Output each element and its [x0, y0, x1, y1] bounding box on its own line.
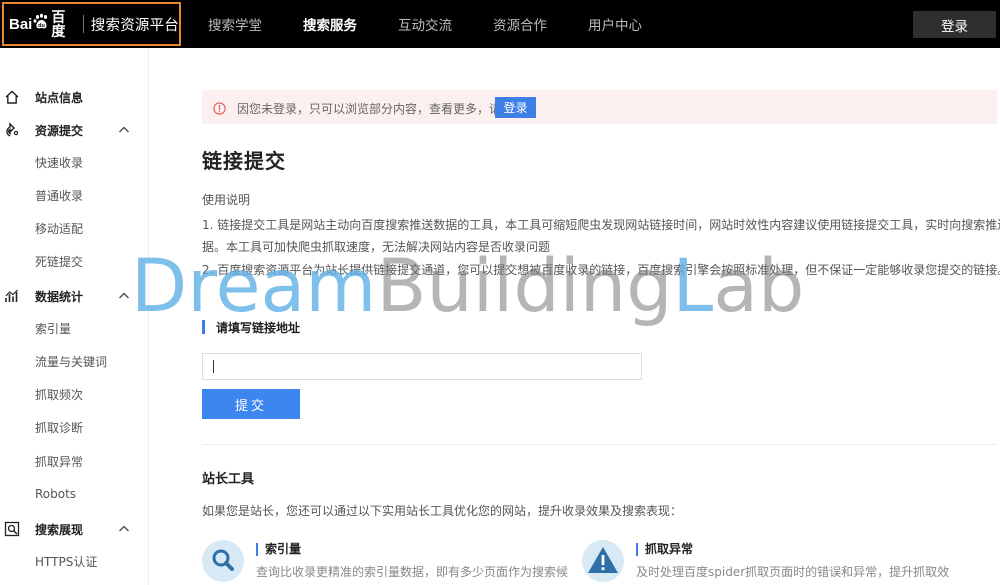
- logo-bai-text: Bai: [9, 15, 33, 33]
- tool-card-index-volume[interactable]: 索引量 查询比收录更精准的索引量数据，即有多少页面作为搜索候: [202, 540, 568, 585]
- sidebar-section-data-stats[interactable]: 数据统计: [0, 284, 149, 308]
- sidebar-item-label: HTTPS认证: [35, 554, 98, 569]
- login-notice: 因您未登录，只可以浏览部分内容，查看更多，请 登录: [202, 90, 997, 124]
- usage-line-3: 2. 百度搜索资源平台为站长提供链接提交通道，您可以提交想被百度收录的链接，百度…: [202, 263, 1000, 277]
- sidebar-item-dead-link[interactable]: 死链提交: [0, 249, 149, 273]
- sidebar-item-label: 站点信息: [35, 90, 84, 105]
- notice-login-button[interactable]: 登录: [495, 97, 536, 118]
- section-divider: [202, 444, 997, 445]
- baidu-logo: Bai du 百度: [9, 10, 77, 38]
- usage-line-1: 1. 链接提交工具是网站主动向百度搜索推送数据的工具，本工具可缩短爬虫发现网站链…: [202, 218, 1000, 232]
- text-caret: [213, 360, 214, 373]
- submit-icon: [4, 122, 20, 138]
- chevron-up-icon[interactable]: [118, 290, 130, 302]
- top-navbar: Bai du 百度 搜索资源平台 搜索学堂 搜索服务 互动交流 资源合作 用户中…: [0, 0, 1000, 48]
- sidebar-item-robots[interactable]: Robots: [0, 482, 149, 506]
- sidebar-item-mobile-adapt[interactable]: 移动适配: [0, 216, 149, 240]
- usage-line-2: 据。本工具可加快爬虫抓取速度，无法解决网站内容是否收录问题: [202, 240, 551, 254]
- home-icon: [4, 89, 20, 105]
- nav-item-resource-cooperation[interactable]: 资源合作: [493, 14, 547, 34]
- platform-name: 搜索资源平台: [90, 17, 179, 34]
- tool-card-crawl-errors[interactable]: 抓取异常 及时处理百度spider抓取页面时的错误和异常，提升抓取效: [582, 540, 962, 585]
- nav-item-interaction[interactable]: 互动交流: [398, 14, 452, 34]
- tool-description: 查询比收录更精准的索引量数据，即有多少页面作为搜索候: [256, 565, 569, 579]
- sidebar-item-crawl-errors[interactable]: 抓取异常: [0, 449, 149, 473]
- magnifier-icon: [202, 540, 244, 582]
- submit-button[interactable]: 提交: [202, 389, 300, 419]
- sidebar-item-label: 死链提交: [35, 254, 84, 269]
- tool-description: 及时处理百度spider抓取页面时的错误和异常，提升抓取效: [636, 565, 950, 579]
- stats-icon: [4, 288, 20, 304]
- alert-circle-icon: [213, 100, 226, 115]
- login-button[interactable]: 登录: [913, 11, 996, 38]
- sidebar-item-label: 抓取异常: [35, 454, 84, 469]
- warning-icon: [582, 540, 624, 582]
- nav-item-search-academy[interactable]: 搜索学堂: [208, 14, 262, 34]
- chevron-up-icon[interactable]: [118, 523, 130, 535]
- sidebar-section-search-display[interactable]: 搜索展现: [0, 517, 149, 541]
- nav-item-search-service[interactable]: 搜索服务: [303, 14, 357, 34]
- tools-title: 站长工具: [202, 472, 255, 487]
- sidebar-item-normal-index[interactable]: 普通收录: [0, 183, 149, 207]
- main-nav: 搜索学堂 搜索服务 互动交流 资源合作 用户中心: [208, 0, 683, 48]
- notice-text: 因您未登录，只可以浏览部分内容，查看更多，请: [237, 102, 502, 116]
- sidebar-item-index-volume[interactable]: 索引量: [0, 316, 149, 340]
- logo-du-text: 百度: [51, 9, 66, 39]
- tools-description: 如果您是站长，您还可以通过以下实用站长工具优化您的网站，提升收录效果及搜索表现：: [202, 504, 683, 518]
- page-title: 链接提交: [202, 149, 286, 173]
- sidebar-item-label: 抓取频次: [35, 387, 84, 402]
- sidebar-section-label: 数据统计: [35, 289, 84, 304]
- paw-icon: du: [33, 13, 50, 35]
- sidebar-item-https-auth[interactable]: HTTPS认证: [0, 549, 149, 573]
- sidebar-item-fast-index[interactable]: 快速收录: [0, 150, 149, 174]
- chevron-up-icon[interactable]: [118, 124, 130, 136]
- nav-item-user-center[interactable]: 用户中心: [588, 14, 642, 34]
- sidebar-item-label: 抓取诊断: [35, 420, 84, 435]
- usage-title: 使用说明: [202, 193, 251, 207]
- sidebar-item-label: Robots: [35, 487, 77, 501]
- sidebar-item-label: 流量与关键词: [35, 354, 108, 369]
- svg-text:du: du: [38, 23, 45, 29]
- sidebar-item-crawl-diagnosis[interactable]: 抓取诊断: [0, 415, 149, 439]
- sidebar-item-label: 索引量: [35, 321, 72, 336]
- url-input[interactable]: [202, 353, 642, 380]
- search-display-icon: [4, 521, 20, 537]
- sidebar-item-label: 快速收录: [35, 155, 84, 170]
- brand-logo-box[interactable]: Bai du 百度 搜索资源平台: [2, 2, 181, 46]
- sidebar-item-label: 移动适配: [35, 221, 84, 236]
- sidebar-section-resource-submit[interactable]: 资源提交: [0, 118, 149, 142]
- sidebar: 站点信息 资源提交 快速收录 普通收录 移动适配 死链提交 数据统计 索引量 流…: [0, 48, 149, 585]
- brand-divider: [82, 15, 84, 33]
- sidebar-item-label: 普通收录: [35, 188, 84, 203]
- tool-name: 索引量: [256, 543, 301, 556]
- url-field-label: 请填写链接地址: [202, 320, 300, 335]
- sidebar-item-crawl-frequency[interactable]: 抓取频次: [0, 382, 149, 406]
- sidebar-item-site-info[interactable]: 站点信息: [0, 85, 149, 109]
- sidebar-section-label: 搜索展现: [35, 522, 84, 537]
- sidebar-section-label: 资源提交: [35, 123, 84, 138]
- main-content: 因您未登录，只可以浏览部分内容，查看更多，请 登录 链接提交 使用说明 1. 链…: [150, 48, 1000, 585]
- tool-name: 抓取异常: [636, 543, 693, 556]
- sidebar-item-traffic-keywords[interactable]: 流量与关键词: [0, 349, 149, 373]
